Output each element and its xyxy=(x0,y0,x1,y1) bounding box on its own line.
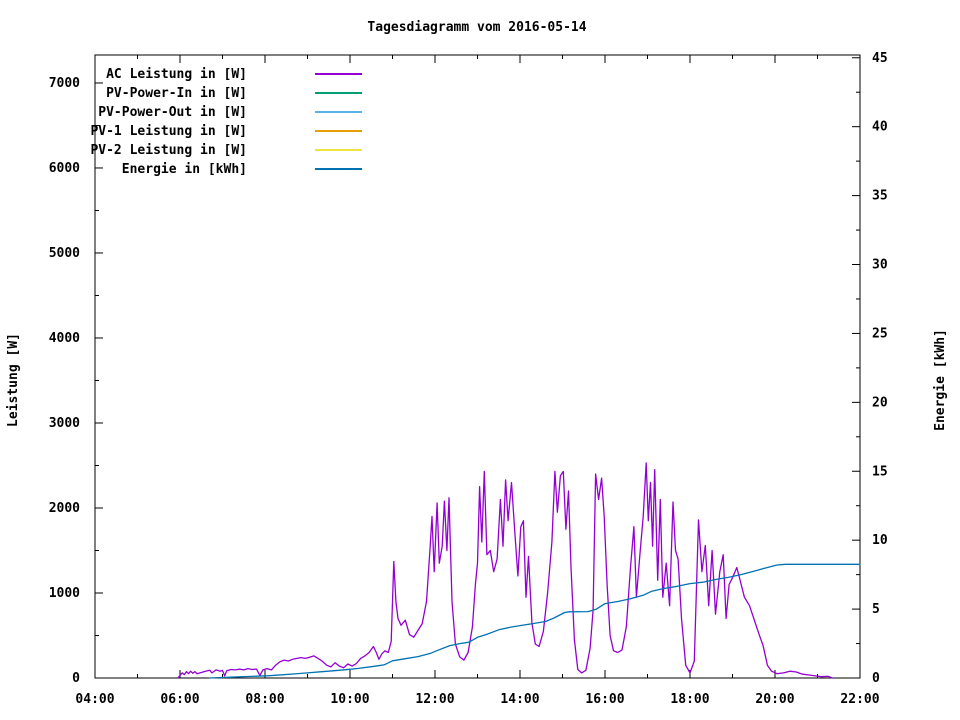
tagesdiagramm-chart: Tagesdiagramm vom 2016-05-14 Leistung [W… xyxy=(6,20,948,707)
x-tick-label: 18:00 xyxy=(670,692,709,707)
y-left-tick-label: 2000 xyxy=(49,501,80,516)
y-left-tick-label: 5000 xyxy=(49,246,80,261)
y-right-tick-label: 30 xyxy=(872,258,888,273)
y-right-tick-label: 20 xyxy=(872,395,888,410)
chart-title: Tagesdiagramm vom 2016-05-14 xyxy=(367,20,586,35)
legend-label: PV-Power-In in [W] xyxy=(106,86,247,101)
x-tick-label: 04:00 xyxy=(75,692,114,707)
x-tick-label: 22:00 xyxy=(840,692,879,707)
series-ac-leistung-in-w xyxy=(177,462,834,679)
x-tick-label: 06:00 xyxy=(160,692,199,707)
legend-label: AC Leistung in [W] xyxy=(106,67,247,82)
y-right-tick-label: 5 xyxy=(872,602,880,617)
x-tick-label: 14:00 xyxy=(500,692,539,707)
x-tick-label: 12:00 xyxy=(415,692,454,707)
x-tick-label: 16:00 xyxy=(585,692,624,707)
y-right-tick-label: 10 xyxy=(872,533,888,548)
y-left-tick-label: 3000 xyxy=(49,416,80,431)
legend-label: PV-Power-Out in [W] xyxy=(98,105,247,120)
legend-item-ac-leistung-in-w: AC Leistung in [W] xyxy=(106,67,362,82)
legend-item-pv-2-leistung-in-w: PV-2 Leistung in [W] xyxy=(90,143,362,158)
series-energie-in-kwh xyxy=(209,563,861,679)
y-right-tick-label: 45 xyxy=(872,51,888,66)
legend-item-pv-power-out-in-w: PV-Power-Out in [W] xyxy=(98,105,362,120)
y-right-tick-label: 40 xyxy=(872,120,888,135)
legend-item-pv-power-in-in-w: PV-Power-In in [W] xyxy=(106,86,362,101)
x-tick-label: 20:00 xyxy=(755,692,794,707)
y-left-tick-label: 1000 xyxy=(49,586,80,601)
y-right-tick-label: 35 xyxy=(872,189,888,204)
series-lines xyxy=(177,462,861,679)
y-right-tick-label: 0 xyxy=(872,671,880,686)
legend-label: PV-1 Leistung in [W] xyxy=(90,124,247,139)
legend-label: Energie in [kWh] xyxy=(122,162,247,177)
x-tick-label: 08:00 xyxy=(245,692,284,707)
y-left-tick-label: 6000 xyxy=(49,161,80,176)
page: Tagesdiagramm vom 2016-05-14 Leistung [W… xyxy=(0,0,960,720)
y-left-tick-label: 4000 xyxy=(49,331,80,346)
y-left-axis-title: Leistung [W] xyxy=(6,333,21,427)
legend: AC Leistung in [W] PV-Power-In in [W] PV-P… xyxy=(90,67,362,177)
legend-item-energie-in-kwh: Energie in [kWh] xyxy=(122,162,362,177)
y-right-axis-title: Energie [kWh] xyxy=(933,329,948,431)
y-left-tick-label: 0 xyxy=(72,671,80,686)
x-tick-label: 10:00 xyxy=(330,692,369,707)
legend-item-pv-1-leistung-in-w: PV-1 Leistung in [W] xyxy=(90,124,362,139)
y-right-tick-label: 15 xyxy=(872,464,888,479)
y-left-tick-label: 7000 xyxy=(49,76,80,91)
y-right-tick-label: 25 xyxy=(872,326,888,341)
legend-label: PV-2 Leistung in [W] xyxy=(90,143,247,158)
